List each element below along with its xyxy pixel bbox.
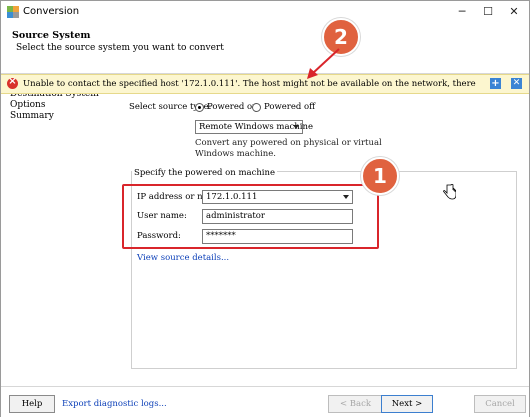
nav-item-options[interactable]: Options xyxy=(10,100,110,111)
machine-type-select[interactable]: Remote Windows machine xyxy=(195,120,313,134)
export-diagnostic-logs-link[interactable]: Export diagnostic logs... xyxy=(62,399,167,409)
view-source-details-link[interactable]: View source details... xyxy=(137,253,229,263)
error-message: Unable to contact the specified host '17… xyxy=(23,79,478,89)
back-button[interactable]: < Back xyxy=(328,395,383,413)
title-bar: Conversion ─ ☐ ✕ xyxy=(1,1,529,23)
expand-icon[interactable]: + xyxy=(490,78,501,89)
minimize-button[interactable]: ─ xyxy=(449,1,475,23)
conversion-window: Conversion ─ ☐ ✕ Source System Select th… xyxy=(0,0,530,417)
arrow-icon xyxy=(307,48,340,79)
powered-off-label[interactable]: Powered off xyxy=(264,102,315,112)
next-button[interactable]: Next > xyxy=(381,395,433,413)
hand-cursor-icon xyxy=(443,184,456,200)
nav-item-summary[interactable]: Summary xyxy=(10,111,110,122)
wizard-footer: Help Export diagnostic logs... < Back Ne… xyxy=(1,386,529,417)
page-title: Source System xyxy=(12,30,91,41)
powered-off-radio[interactable] xyxy=(252,103,261,112)
cancel-button[interactable]: Cancel xyxy=(474,395,526,413)
step-badge-1: 1 xyxy=(361,157,399,195)
vmware-converter-icon xyxy=(7,6,19,18)
chevron-down-icon[interactable] xyxy=(291,122,301,132)
powered-on-radio[interactable] xyxy=(195,103,204,112)
maximize-button[interactable]: ☐ xyxy=(475,1,501,23)
close-button[interactable]: ✕ xyxy=(501,1,527,23)
wizard-header: Source System Select the source system y… xyxy=(1,23,529,74)
powered-on-label[interactable]: Powered on xyxy=(207,102,258,112)
source-type-description: Convert any powered on physical or virtu… xyxy=(195,138,382,160)
window-title: Conversion xyxy=(23,6,80,17)
highlight-box xyxy=(122,184,379,249)
dismiss-icon[interactable]: ✕ xyxy=(511,78,522,89)
error-bar: Unable to contact the specified host '17… xyxy=(1,74,529,94)
page-subtitle: Select the source system you want to con… xyxy=(16,43,224,53)
help-button[interactable]: Help xyxy=(9,395,55,413)
description-line-2: Windows machine. xyxy=(195,149,276,159)
group-title: Specify the powered on machine xyxy=(132,168,278,178)
description-line-1: Convert any powered on physical or virtu… xyxy=(195,138,382,148)
error-icon xyxy=(7,76,18,89)
